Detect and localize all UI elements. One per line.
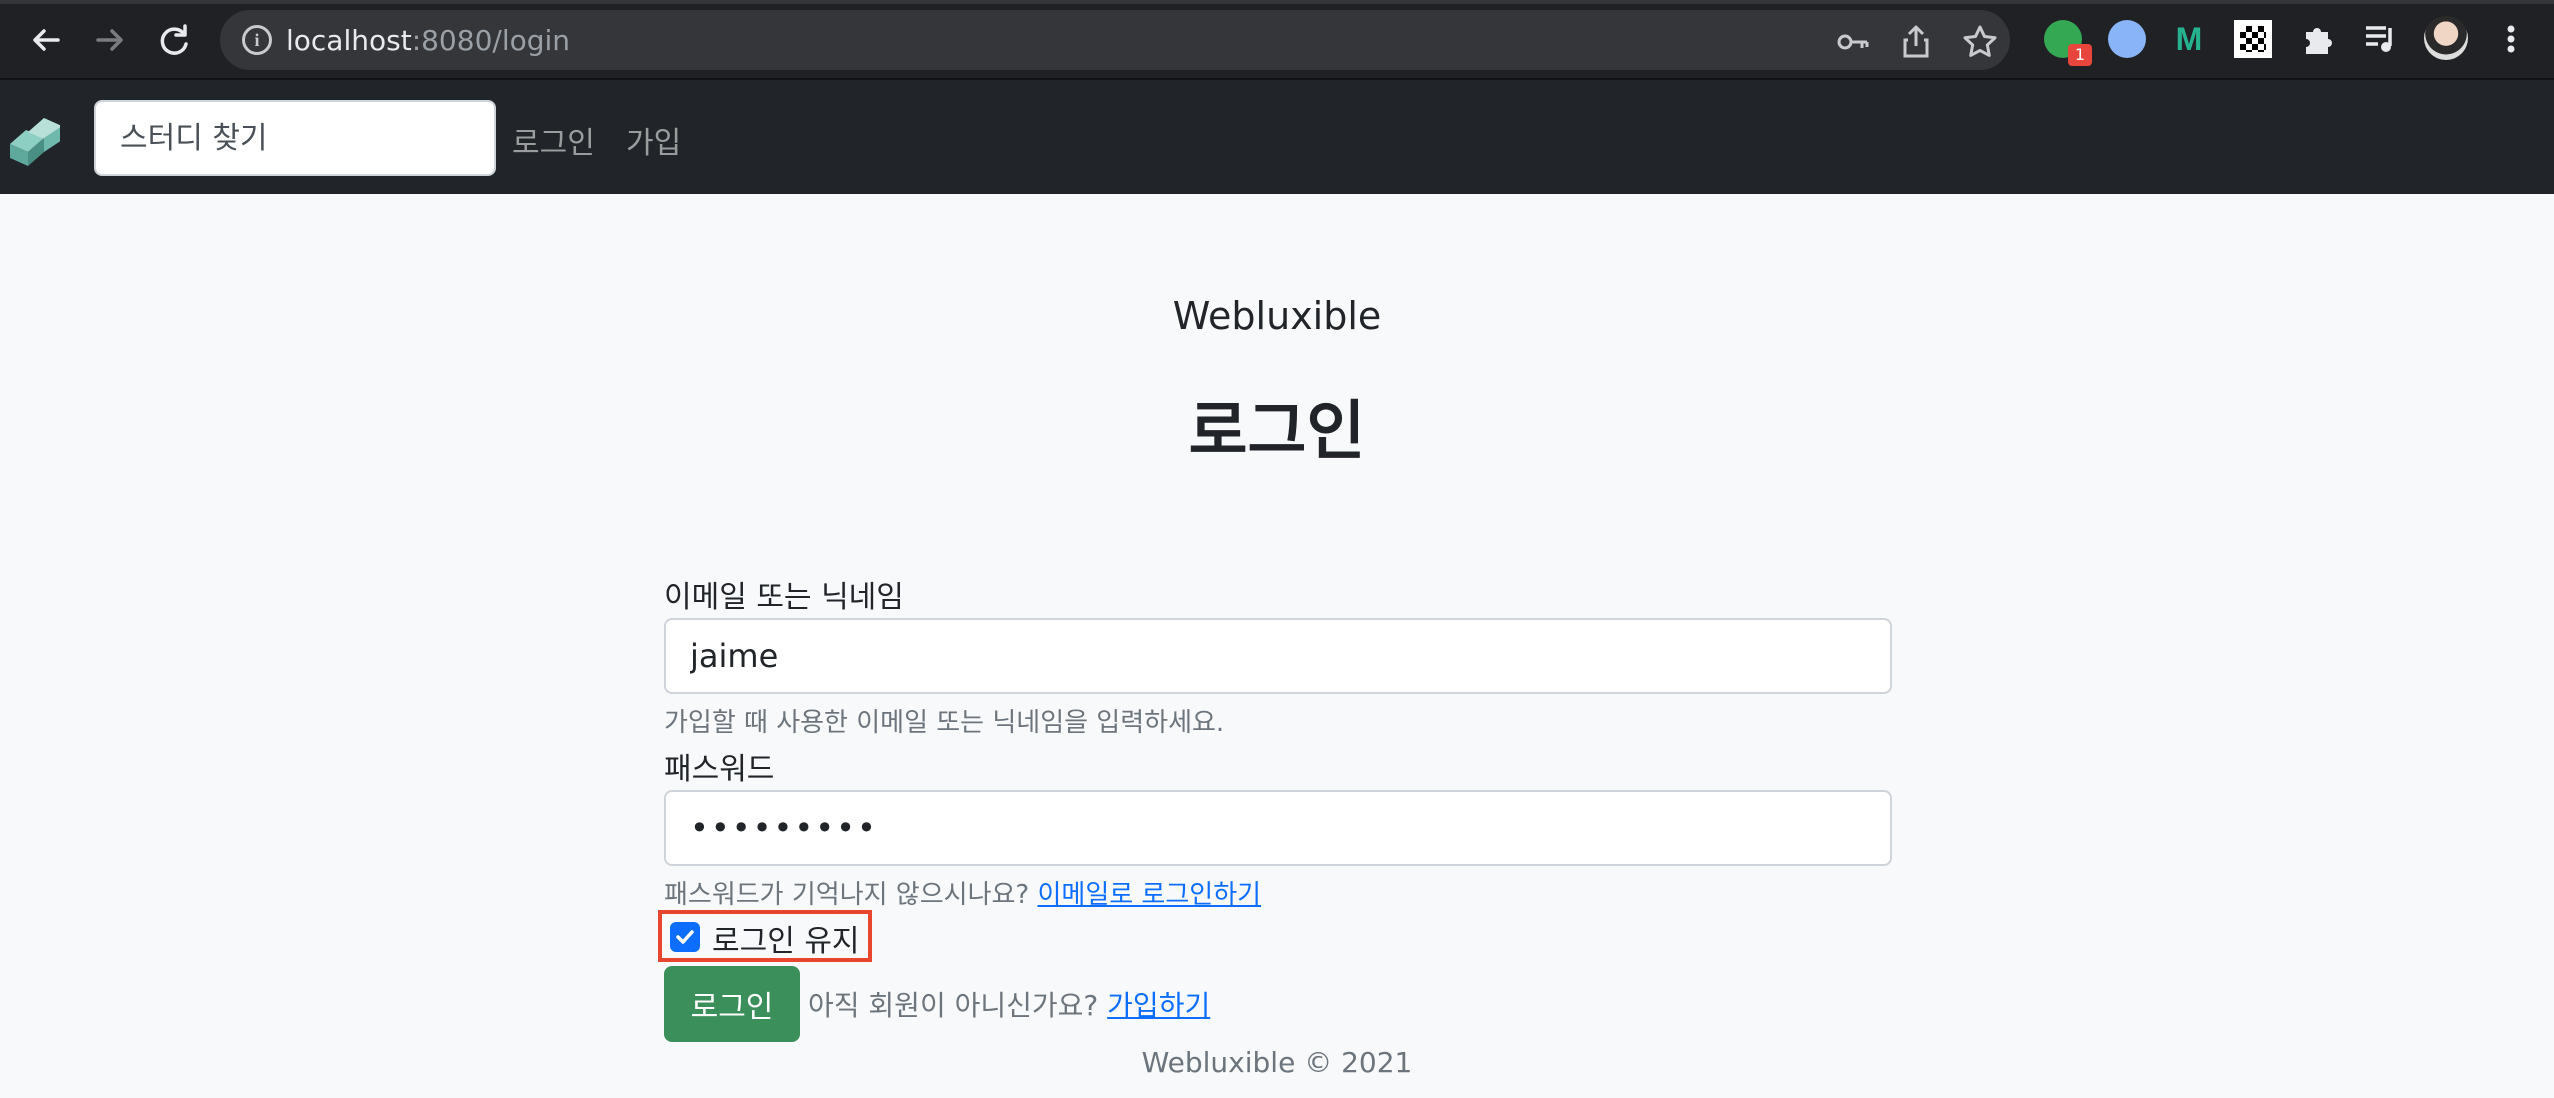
extension-badge: 1 [2068,44,2092,66]
extension-m-icon[interactable]: M [2170,20,2208,58]
site-info-icon[interactable]: i [242,25,272,55]
share-icon[interactable] [1896,22,1936,62]
browser-toolbar: i localhost:8080/login 1 M [0,0,2554,78]
reload-button[interactable] [152,18,196,62]
bookmark-star-icon[interactable] [1960,22,2000,62]
username-label: 이메일 또는 닉네임 [664,580,904,615]
password-help-text: 패스워드가 기억나지 않으시나요? [664,880,1030,910]
url-path: :8080/login [411,24,571,57]
signup-prompt-text: 아직 회원이 아니신가요? [808,989,1099,1022]
password-input[interactable]: ••••••••• [664,790,1892,866]
arrow-left-icon [33,29,60,51]
signup-link[interactable]: 가입하기 [1107,989,1210,1022]
signup-prompt: 아직 회원이 아니신가요? 가입하기 [808,984,1210,1024]
page-title: 로그인 [1188,395,1366,469]
url-text[interactable]: localhost:8080/login [286,24,570,57]
media-queue-icon[interactable] [2362,20,2400,58]
key-icon[interactable] [1832,22,1872,62]
url-host: localhost [286,24,412,57]
password-help: 패스워드가 기억나지 않으시나요? 이메일로 로그인하기 [664,874,1261,911]
remember-me-highlight: 로그인 유지 [658,910,872,962]
study-search-input[interactable] [94,100,496,176]
address-bar[interactable]: i localhost:8080/login [220,10,2010,70]
remember-me-label[interactable]: 로그인 유지 [712,916,860,960]
more-menu-icon[interactable] [2492,20,2530,58]
arrow-right-icon [96,29,123,51]
login-button[interactable]: 로그인 [664,966,800,1042]
email-login-link[interactable]: 이메일로 로그인하기 [1037,880,1261,910]
app-navbar: 로그인 가입 [0,78,2554,194]
nav-login-link[interactable]: 로그인 [512,118,595,162]
back-button[interactable] [24,18,68,62]
brand-name: Webluxible [1172,294,1382,338]
profile-avatar[interactable] [2424,16,2468,60]
username-input[interactable] [664,618,1892,694]
forward-button[interactable] [88,18,132,62]
brand-logo-icon[interactable] [4,110,62,166]
remember-me-checkbox[interactable] [670,922,700,952]
checkmark-icon [676,930,694,944]
extension-blue-icon[interactable] [2108,20,2146,58]
puzzle-extensions-icon[interactable] [2298,20,2336,58]
nav-signup-link[interactable]: 가입 [626,118,681,162]
password-label: 패스워드 [664,752,775,787]
qr-code-icon[interactable] [2232,18,2274,60]
footer: Webluxible © 2021 [1141,1046,1413,1079]
reload-icon [160,24,188,55]
username-help: 가입할 때 사용한 이메일 또는 닉네임을 입력하세요. [664,708,1225,738]
